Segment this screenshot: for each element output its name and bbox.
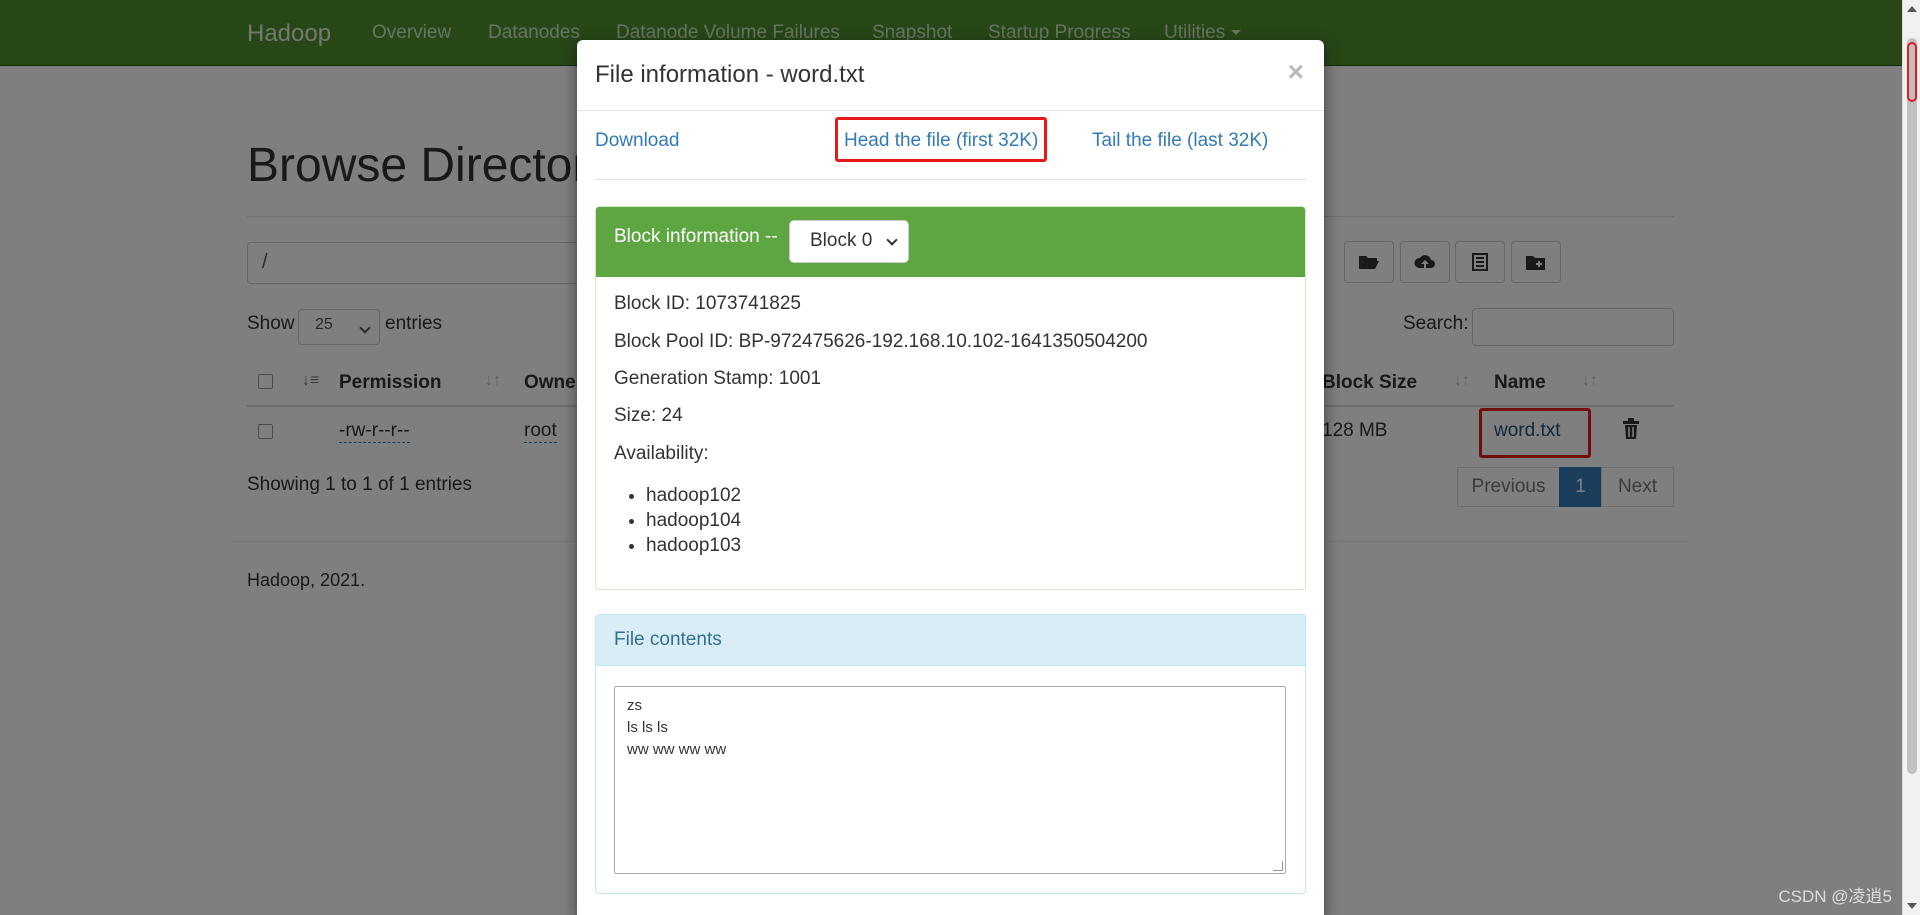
host-item: hadoop103 (646, 533, 741, 558)
watermark: CSDN @凌逍5 (1778, 887, 1892, 906)
divider (595, 179, 1306, 180)
divider (577, 110, 1324, 111)
close-icon[interactable]: × (1288, 56, 1304, 88)
block-select[interactable]: Block 0 (789, 220, 909, 263)
resize-handle-icon[interactable] (1273, 861, 1283, 871)
block-info-label: Block information -- (614, 226, 778, 247)
page-scrollbar[interactable] (1902, 0, 1920, 915)
host-item: hadoop102 (646, 483, 741, 508)
file-contents-panel: File contents zs ls ls ls ww ww ww ww (595, 614, 1306, 894)
block-info-panel: Block information -- Block 0 Block ID: 1… (595, 206, 1306, 590)
availability-label: Availability: (614, 443, 709, 464)
modal-title: File information - word.txt (595, 61, 865, 88)
file-contents-header: File contents (596, 615, 1305, 666)
highlight-box (835, 117, 1047, 162)
download-link[interactable]: Download (595, 130, 680, 152)
block-pool-id: Block Pool ID: BP-972475626-192.168.10.1… (614, 331, 1148, 352)
scroll-thumb[interactable] (1907, 38, 1917, 774)
tail-file-link[interactable]: Tail the file (last 32K) (1092, 130, 1268, 152)
block-id: Block ID: 1073741825 (614, 293, 801, 314)
scroll-up-icon[interactable] (1907, 6, 1917, 12)
block-select-value: Block 0 (810, 230, 873, 251)
scroll-down-icon[interactable] (1907, 903, 1917, 909)
file-contents-label: File contents (614, 629, 722, 650)
chevron-down-icon (886, 234, 898, 246)
host-item: hadoop104 (646, 508, 741, 533)
block-info-header: Block information -- Block 0 (596, 207, 1305, 277)
file-info-modal: File information - word.txt × Download H… (577, 40, 1324, 915)
file-contents-textarea[interactable]: zs ls ls ls ww ww ww ww (614, 686, 1286, 874)
block-size: Size: 24 (614, 405, 683, 426)
generation-stamp: Generation Stamp: 1001 (614, 368, 822, 389)
highlight-box (1907, 42, 1917, 102)
host-list: hadoop102 hadoop104 hadoop103 (646, 483, 741, 558)
